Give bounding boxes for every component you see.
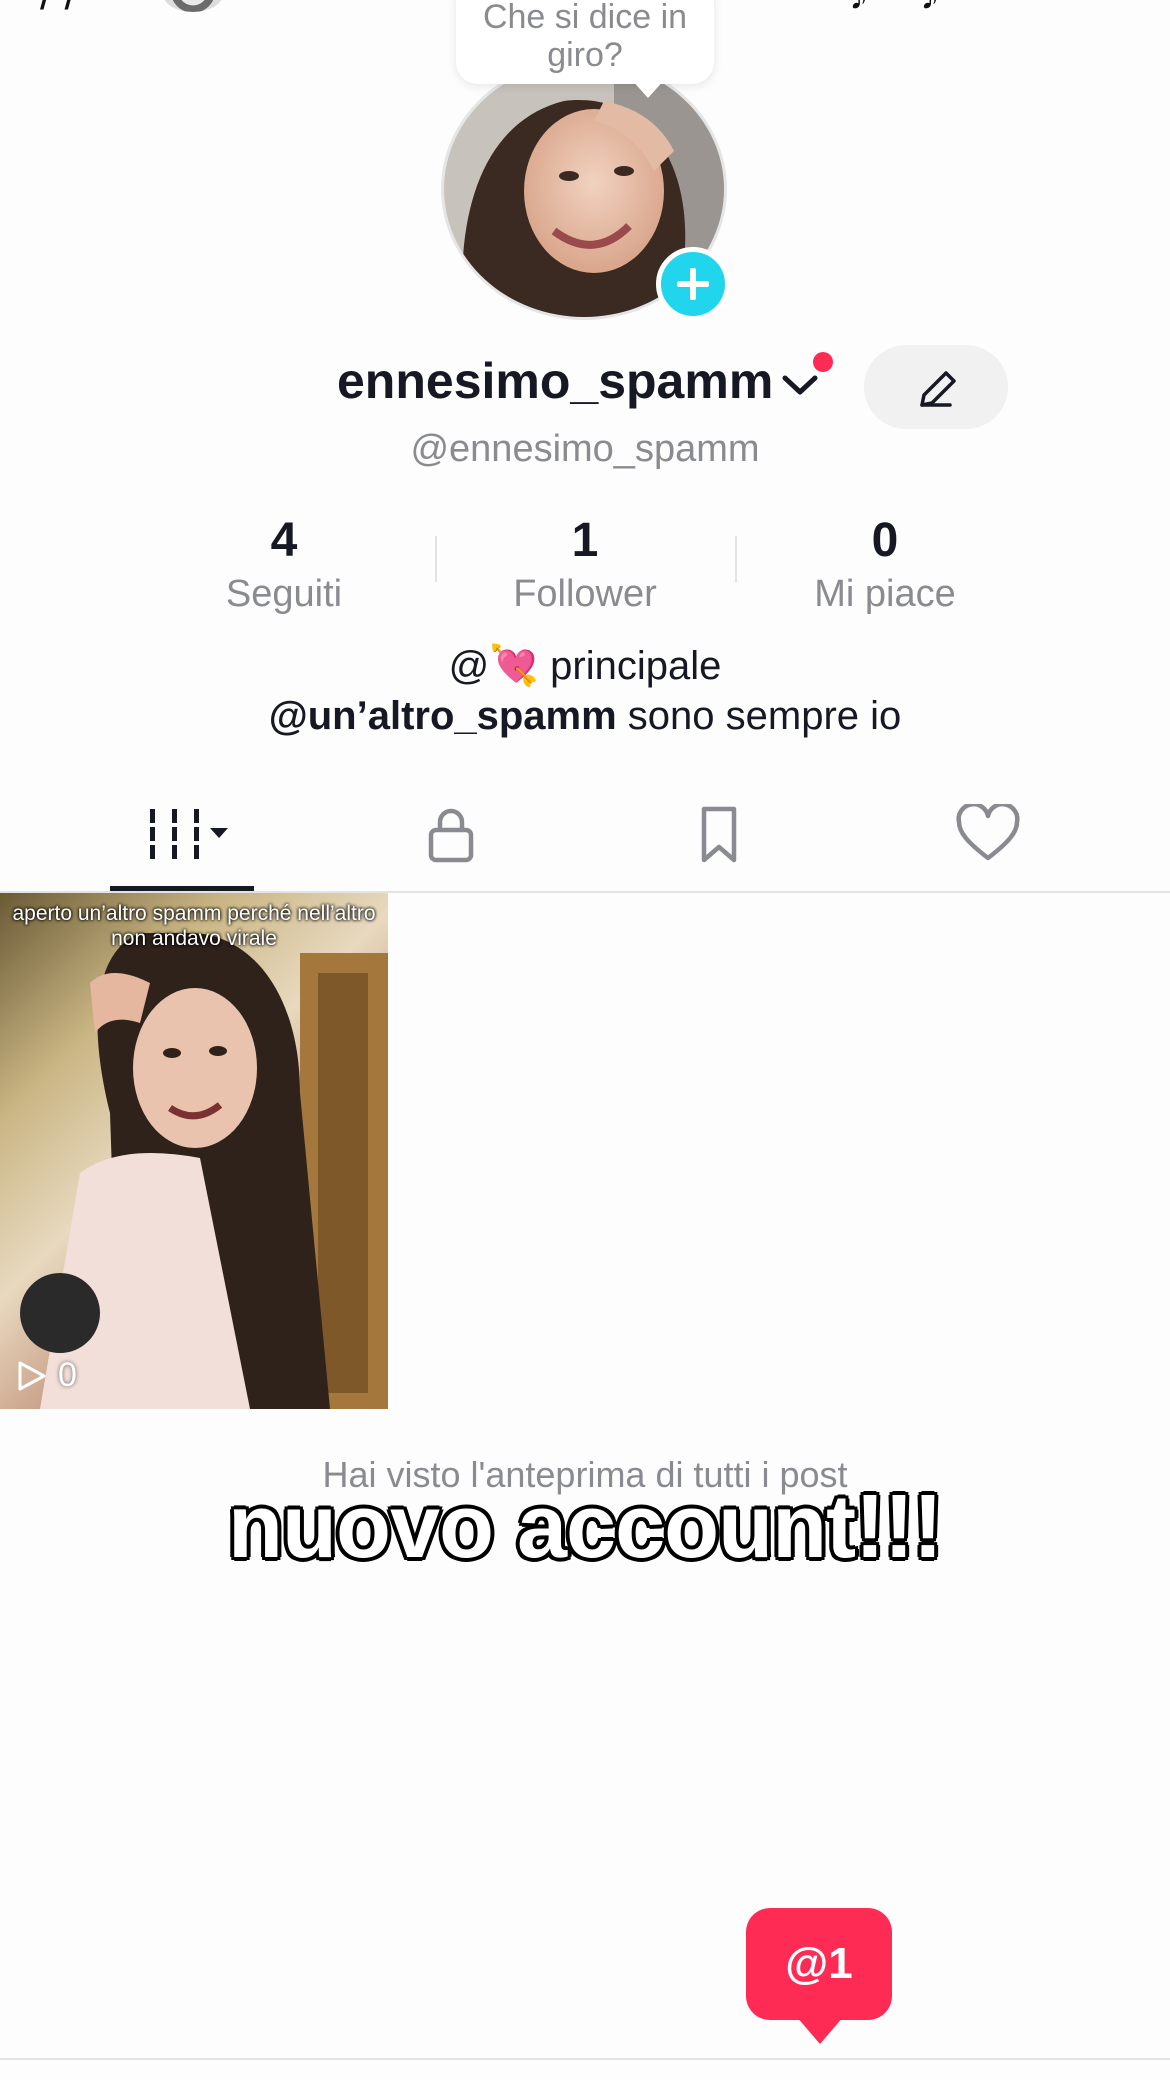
add-story-button[interactable]	[656, 247, 730, 321]
bio-line-2: @un’altro_spamm sono sempre io	[0, 694, 1170, 739]
stat-label: Follower	[513, 573, 657, 615]
stat-following[interactable]: 4 Seguiti	[164, 514, 404, 620]
stat-divider	[735, 536, 737, 582]
stat-likes[interactable]: 0 Mi piace	[765, 514, 1005, 620]
creator-tools-icon[interactable]: ♪ ♪	[849, 0, 960, 19]
stat-value: 4	[270, 514, 298, 567]
pencil-icon	[920, 371, 956, 407]
mention-bubble-tail	[796, 2016, 844, 2044]
video-preview-image	[20, 933, 388, 1409]
status-bubble[interactable]: Che si dice in giro?	[456, 0, 714, 84]
play-count: 0	[14, 1356, 77, 1395]
stat-label: Seguiti	[225, 573, 343, 615]
bookmark-icon	[701, 806, 737, 863]
stat-divider	[435, 536, 437, 582]
tab-liked[interactable]	[888, 790, 1088, 878]
tab-videos[interactable]	[80, 790, 280, 878]
tab-private[interactable]	[351, 790, 551, 878]
video-caption: aperto un’altro spamm perché nell’altro …	[12, 902, 376, 950]
username-handle: @ennesimo_spamm	[410, 428, 760, 470]
notification-dot	[813, 352, 833, 372]
bio-line-1: @💘 principale	[448, 644, 722, 688]
stat-followers[interactable]: 1 Follower	[465, 514, 705, 620]
video-thumbnail[interactable]: aperto un’altro spamm perché nell’altro …	[0, 893, 388, 1409]
stat-label: Mi piace	[814, 573, 956, 615]
edit-profile-button[interactable]	[864, 345, 1008, 429]
bio-mention[interactable]: @un’altro_spamm	[269, 694, 617, 738]
at-icon: @	[785, 1939, 829, 1988]
add-friend-icon[interactable]: / /	[40, 0, 77, 20]
stat-value: 0	[871, 514, 899, 567]
grid-icon	[150, 809, 228, 859]
stat-value: 1	[571, 514, 599, 567]
tab-saved[interactable]	[619, 790, 819, 878]
play-count-value: 0	[58, 1356, 77, 1394]
mention-notification-button[interactable]: @1	[746, 1908, 892, 2020]
chevron-down-icon[interactable]	[781, 372, 819, 398]
play-icon	[18, 1361, 46, 1390]
status-bubble-tail	[630, 78, 666, 98]
heart-icon	[956, 804, 1020, 861]
bottom-nav-divider	[0, 2058, 1170, 2060]
display-name[interactable]: ennesimo_spamm	[337, 352, 773, 410]
lock-icon	[428, 808, 474, 863]
mini-avatar[interactable]	[163, 0, 223, 12]
bio-text: sono sempre io	[616, 694, 902, 738]
menu-icon[interactable]	[1074, 0, 1130, 2]
mention-count: 1	[828, 1939, 853, 1988]
video-overlay-caption: nuovo account!!!	[228, 1477, 943, 1577]
